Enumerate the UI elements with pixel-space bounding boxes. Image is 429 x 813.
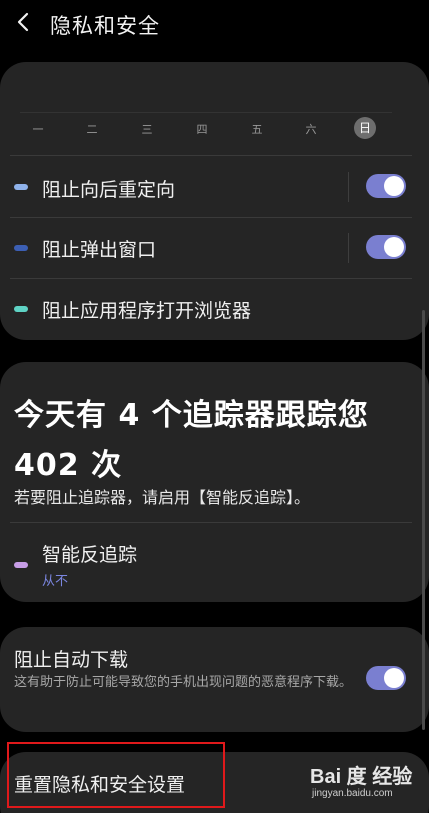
baidu-watermark: Bai 度 经验 jingyan.baidu.com (310, 760, 420, 805)
divider (10, 278, 412, 279)
block-popups-label: 阻止弹出窗口 (42, 239, 157, 261)
vertical-divider (348, 172, 349, 202)
status-dot-icon (14, 245, 28, 251)
weekday-label-selected[interactable]: 日 (354, 117, 376, 139)
divider (10, 522, 412, 523)
weekday-label: 二 (86, 123, 98, 136)
toggle-knob (384, 668, 404, 688)
block-apps-open-browser-label: 阻止应用程序打开浏览器 (42, 300, 252, 322)
smart-anti-tracking-value: 从不 (42, 574, 69, 589)
block-auto-download-toggle[interactable] (366, 666, 406, 690)
block-redirect-label: 阻止向后重定向 (42, 179, 176, 201)
back-arrow-icon[interactable] (12, 10, 36, 34)
tracker-title-line1: 今天有 4 个追踪器跟踪您 (14, 398, 369, 433)
highlight-annotation (7, 742, 225, 808)
block-auto-download-description: 这有助于防止可能导致您的手机出现问题的恶意程序下载。 (14, 675, 353, 690)
divider (10, 155, 412, 156)
weekday-label: 六 (305, 123, 317, 136)
vertical-divider (348, 233, 349, 263)
status-dot-icon (14, 306, 28, 312)
weekday-label: 五 (251, 123, 263, 136)
weekday-label: 三 (141, 123, 153, 136)
watermark-brand: Bai 度 经验 (310, 766, 413, 788)
tracker-hint: 若要阻止追踪器，请启用【智能反追踪】。 (14, 488, 311, 507)
watermark-url: jingyan.baidu.com (312, 788, 393, 799)
scrollbar[interactable] (422, 310, 425, 730)
divider (10, 217, 412, 218)
block-redirect-row[interactable]: 阻止向后重定向 (0, 160, 429, 215)
block-popups-toggle[interactable] (366, 235, 406, 259)
block-redirect-toggle[interactable] (366, 174, 406, 198)
block-apps-open-browser-row[interactable]: 阻止应用程序打开浏览器 (0, 281, 429, 336)
block-popups-row[interactable]: 阻止弹出窗口 (0, 220, 429, 276)
toggle-knob (384, 176, 404, 196)
toggle-knob (384, 237, 404, 257)
top-app-bar: 隐私和安全 (0, 0, 429, 48)
smart-anti-tracking-label: 智能反追踪 (42, 544, 138, 566)
block-auto-download-title: 阻止自动下载 (14, 649, 129, 671)
status-dot-icon (14, 184, 28, 190)
weekday-label: 四 (196, 123, 208, 136)
tracker-title-line2: 402 次 (14, 448, 123, 483)
page-title: 隐私和安全 (50, 14, 160, 38)
weekday-label: 一 (32, 123, 44, 136)
weekday-chart-axis: 一 二 三 四 五 六 日 (20, 112, 392, 143)
smart-anti-tracking-row[interactable]: 智能反追踪 从不 (0, 530, 429, 590)
status-dot-icon (14, 562, 28, 568)
